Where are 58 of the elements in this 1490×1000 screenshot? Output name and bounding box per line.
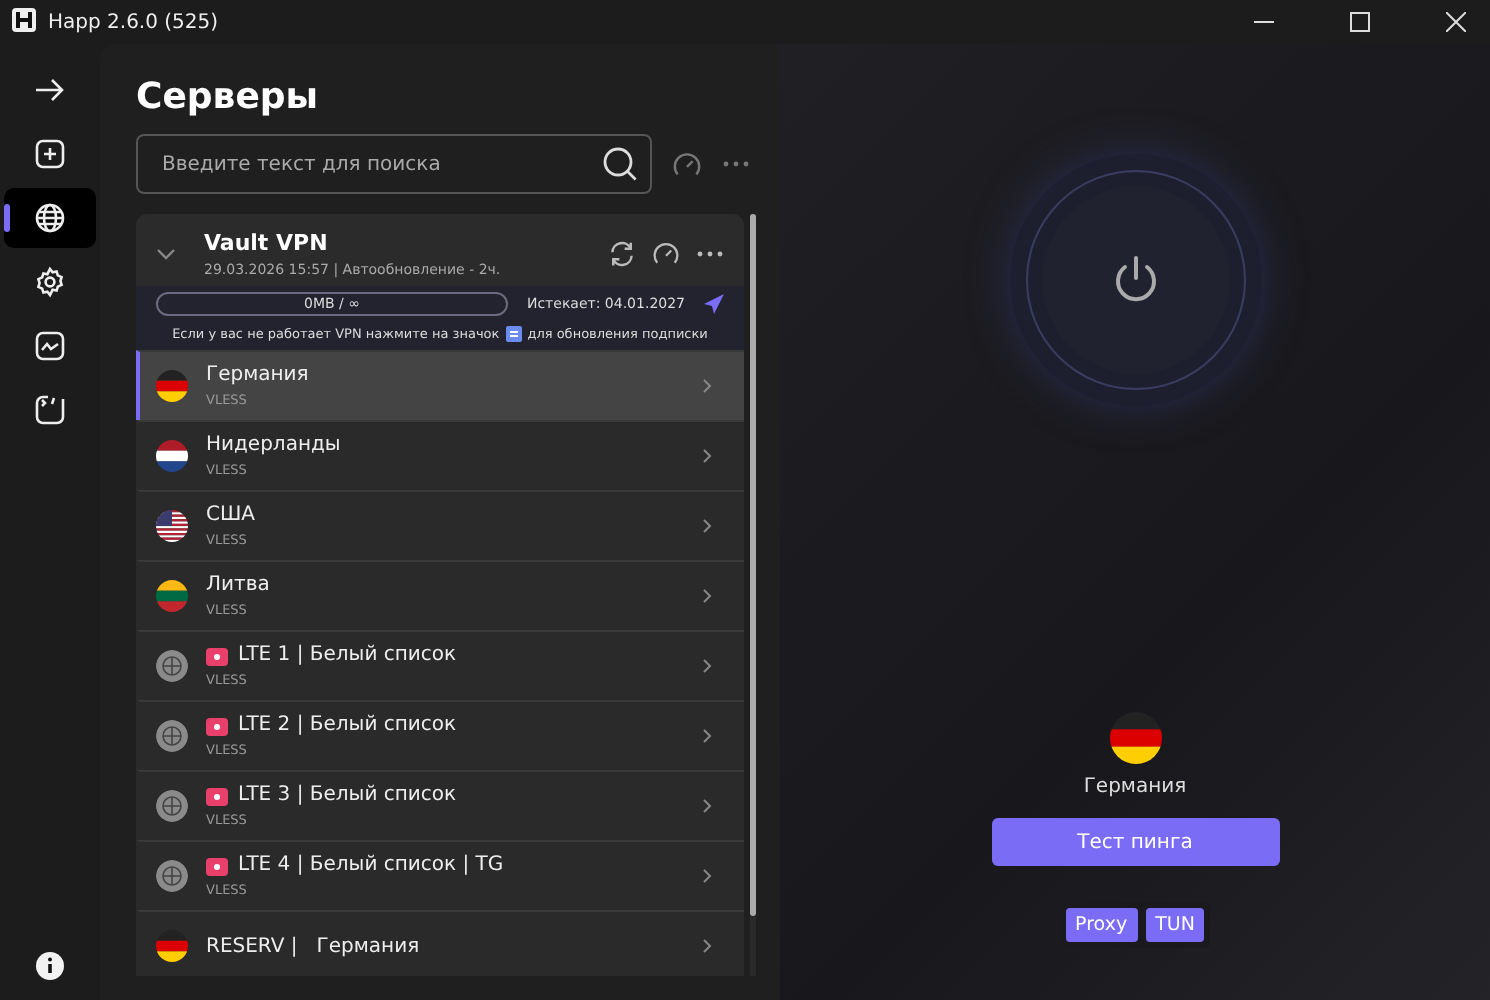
chevron-right-icon [702, 518, 712, 534]
maximize-icon[interactable] [1350, 12, 1370, 32]
speedometer-icon[interactable] [652, 240, 680, 268]
flag-icon [156, 370, 188, 402]
server-name: Литва [206, 574, 270, 596]
mode-button[interactable]: TUN [1145, 908, 1205, 942]
ping-test-button[interactable]: Тест пинга [991, 818, 1279, 866]
server-name: LTE 3 | Белый список [238, 784, 457, 806]
page-title: Серверы [136, 76, 321, 118]
server-name: LTE 1 | Белый список [238, 644, 457, 666]
server-name: LTE 4 | Белый список | TG [238, 854, 504, 876]
nav-button[interactable] [4, 188, 96, 248]
chevron-right-icon [702, 938, 712, 954]
globe-icon [34, 202, 66, 234]
search-box[interactable]: Введите текст для поиска [136, 134, 652, 194]
speedometer-icon[interactable] [672, 149, 702, 179]
close-icon[interactable] [1446, 12, 1466, 32]
server-name: Германия [206, 364, 309, 386]
country-name: Германия [1083, 776, 1187, 798]
mode-button[interactable]: Proxy [1065, 908, 1138, 942]
chevron-right-icon [702, 378, 712, 394]
refresh-icon[interactable] [608, 240, 636, 268]
subscription-name: Vault VPN [204, 230, 330, 256]
import-icon [34, 394, 66, 426]
globe-icon [156, 720, 188, 752]
server-name: Нидерланды [206, 434, 341, 456]
flag-icon [156, 930, 188, 962]
chevron-right-icon [702, 658, 712, 674]
server-name: RESERV | Германия [206, 935, 420, 957]
chevron-right-icon [702, 448, 712, 464]
window-title: Happ 2.6.0 (525) [48, 11, 219, 33]
arrow-icon [34, 74, 66, 106]
flag-icon [156, 580, 188, 612]
globe-icon [156, 860, 188, 892]
app-logo-icon [12, 7, 36, 37]
flag-icon [1109, 712, 1161, 764]
more-icon[interactable] [696, 250, 724, 258]
update-icon [505, 326, 522, 342]
chevron-right-icon [702, 868, 712, 884]
server-item[interactable]: RESERV | Германия [136, 910, 744, 976]
more-icon[interactable] [722, 160, 750, 168]
globe-icon [156, 790, 188, 822]
flag-icon [156, 510, 188, 542]
search-field[interactable]: Введите текст для поиска [158, 151, 602, 177]
chevron-right-icon [702, 728, 712, 744]
send-icon[interactable] [704, 294, 724, 314]
info-icon[interactable] [36, 952, 64, 980]
search-icon[interactable] [602, 146, 638, 182]
chevron-right-icon [702, 588, 712, 604]
chevron-icon[interactable] [156, 248, 176, 260]
globe-icon [156, 650, 188, 682]
plus-icon [34, 138, 66, 170]
server-name: США [206, 504, 256, 526]
flag-icon [156, 440, 188, 472]
server-name: LTE 2 | Белый список [238, 714, 457, 736]
chart-icon [34, 330, 66, 362]
settings-icon [34, 266, 66, 298]
chevron-right-icon [702, 798, 712, 814]
